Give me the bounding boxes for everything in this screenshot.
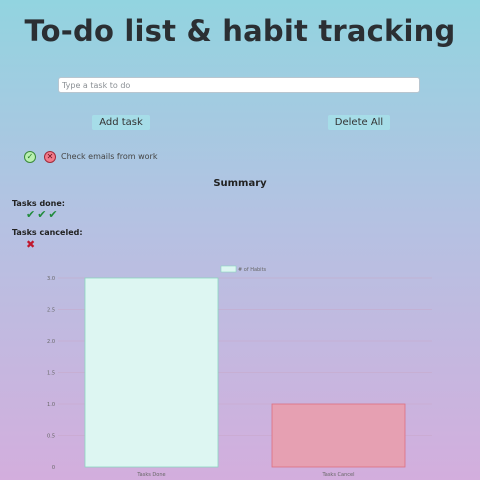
delete-all-button[interactable]: Delete All: [328, 115, 390, 130]
task-input[interactable]: [58, 77, 420, 93]
tasks-done-label: Tasks done:: [12, 199, 65, 208]
cancel-task-button[interactable]: ✕: [44, 151, 56, 163]
y-tick-label: 2.0: [47, 339, 55, 345]
summary-bar-chart: 0 0.5 1.0 1.5 2.0 2.5 3.0 Tasks Done Tasks Cance…: [47, 265, 432, 478]
y-tick-label: 1.5: [47, 371, 55, 377]
x-tick-label: Tasks Cancel: [322, 472, 355, 478]
tasks-canceled-marks: ✖: [26, 238, 38, 251]
x-icon: ✕: [46, 152, 54, 161]
y-tick-label: 0.5: [47, 434, 55, 440]
y-tick-label: 3.0: [47, 276, 55, 282]
tasks-done-checkmarks: ✔✔✔: [26, 208, 60, 221]
y-tick-label: 2.5: [47, 308, 55, 314]
task-item-text: Check emails from work: [61, 152, 158, 161]
x-tick-label: Tasks Done: [136, 472, 165, 478]
bar-tasks-canceled: [271, 403, 406, 468]
mark-done-button[interactable]: ✓: [24, 151, 36, 163]
check-icon: ✓: [26, 152, 34, 161]
bar-tasks-done: [84, 277, 219, 468]
y-tick-label: 0: [52, 465, 55, 471]
tasks-canceled-label: Tasks canceled:: [12, 228, 83, 237]
y-tick-label: 1.0: [47, 402, 55, 408]
page-title: To-do list & habit tracking: [24, 14, 456, 48]
legend-swatch: [220, 265, 237, 273]
legend-label: # of Habits: [238, 267, 267, 273]
summary-title: Summary: [213, 178, 267, 189]
add-task-button[interactable]: Add task: [92, 115, 150, 130]
